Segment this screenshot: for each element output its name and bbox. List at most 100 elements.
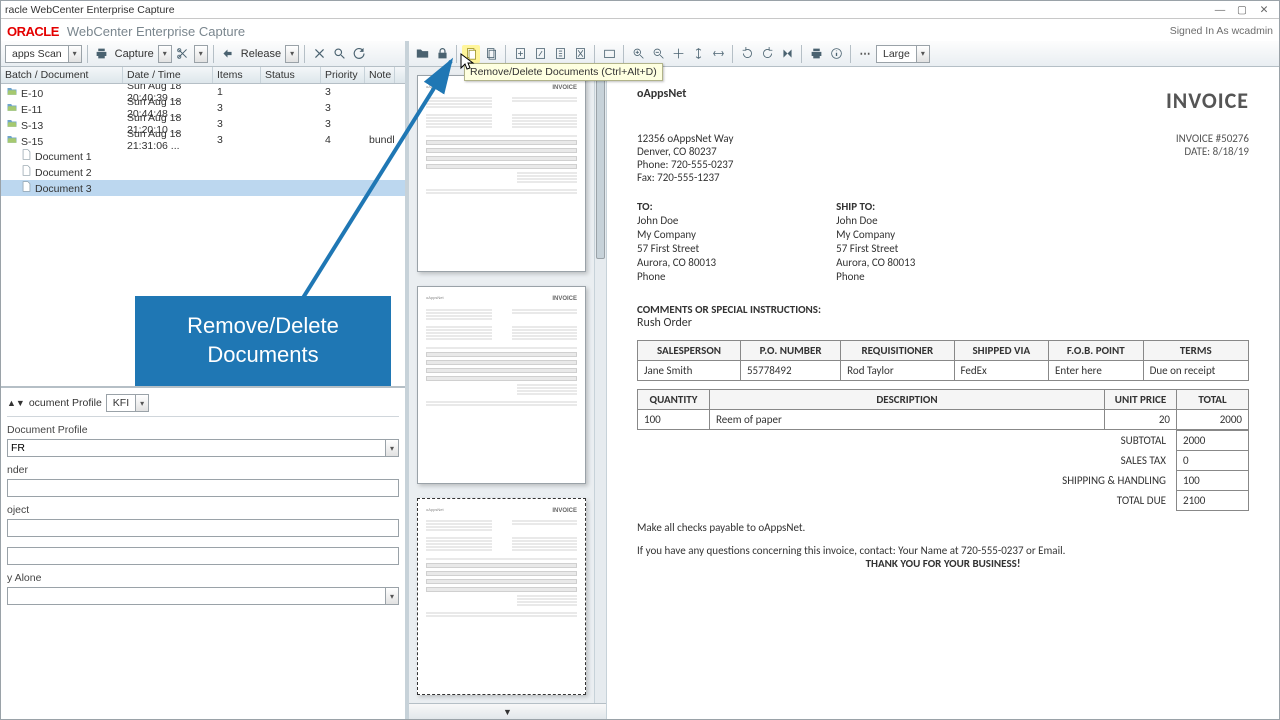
col-date[interactable]: Date / Time xyxy=(123,67,213,83)
meta-field-4-input[interactable] xyxy=(7,587,385,605)
toolbar-separator xyxy=(623,45,624,63)
col-status[interactable]: Status xyxy=(261,67,321,83)
capture-label[interactable]: Capture xyxy=(113,48,156,60)
release-icon[interactable] xyxy=(219,45,237,63)
document-icon xyxy=(19,149,33,160)
oracle-logo: ORACLE xyxy=(7,24,59,39)
folder-icon[interactable] xyxy=(413,45,431,63)
zoom-in-icon[interactable] xyxy=(629,45,647,63)
meta-field-4[interactable]: ▾ xyxy=(7,587,399,605)
contact-note: If you have any questions concerning thi… xyxy=(637,544,1249,557)
dropdown-icon[interactable]: ▾ xyxy=(916,45,930,63)
toolbar-separator xyxy=(87,45,88,63)
order-info-table: SALESPERSONP.O. NUMBERREQUISITIONERSHIPP… xyxy=(637,340,1249,381)
lock-icon[interactable] xyxy=(433,45,451,63)
printer-icon[interactable] xyxy=(93,45,111,63)
dropdown-icon[interactable]: ▾ xyxy=(68,45,82,63)
tree-header: Batch / Document Date / Time Items Statu… xyxy=(1,67,405,84)
comments-value: Rush Order xyxy=(637,316,1249,330)
delete-page-icon[interactable] xyxy=(571,45,589,63)
page-thumbnail-1[interactable]: oAppsNetINVOICE xyxy=(417,75,586,272)
thumbnail-size-value: Large xyxy=(876,45,916,63)
toolbar-separator xyxy=(850,45,851,63)
scissors-icon[interactable] xyxy=(174,45,192,63)
page-thumbnail-3[interactable]: oAppsNetINVOICE xyxy=(417,498,586,695)
release-dropdown-icon[interactable]: ▾ xyxy=(285,45,299,63)
capture-dropdown-icon[interactable]: ▾ xyxy=(158,45,172,63)
document-row[interactable]: Document 3 xyxy=(1,180,405,196)
totals-table: SUBTOTAL2000SALES TAX0SHIPPING & HANDLIN… xyxy=(1056,430,1249,511)
comments-label: COMMENTS OR SPECIAL INSTRUCTIONS: xyxy=(637,303,1249,316)
thumbnail-size-combo[interactable]: Large ▾ xyxy=(876,45,930,63)
close-button[interactable]: ✕ xyxy=(1253,4,1275,16)
fit-width-icon[interactable] xyxy=(709,45,727,63)
collapse-icon[interactable]: ▲▼ xyxy=(7,398,25,408)
signin-label: Signed In As wcadmin xyxy=(1170,25,1273,37)
col-batch[interactable]: Batch / Document xyxy=(1,67,123,83)
scan-profile-combo[interactable]: apps Scan ▾ xyxy=(5,45,82,63)
doc-profile-combo[interactable]: KFI ▾ xyxy=(106,394,149,412)
annotation-callout: Remove/Delete Documents xyxy=(135,296,391,386)
payment-note: Make all checks payable to oAppsNet. xyxy=(637,521,1249,534)
minimize-button[interactable]: — xyxy=(1209,4,1231,16)
insert-page-icon[interactable] xyxy=(511,45,529,63)
refresh-icon[interactable] xyxy=(350,45,368,63)
title-bar: racle WebCenter Enterprise Capture — ▢ ✕ xyxy=(1,1,1279,19)
batch-row[interactable]: S-15Sun Aug 18 21:31:06 ...34bundl xyxy=(1,132,405,148)
thumbnail-scroll[interactable]: oAppsNetINVOICE oAppsNetINVOICE oAppsNet… xyxy=(409,67,594,703)
invoice-number: INVOICE #50276 xyxy=(1176,132,1249,145)
company-address: 12356 oAppsNet WayDenver, CO 80237Phone:… xyxy=(637,132,733,184)
document-profile-input[interactable] xyxy=(7,439,385,457)
meta-field-3[interactable] xyxy=(7,547,399,565)
dropdown-icon[interactable]: ▾ xyxy=(194,45,208,63)
fit-height-icon[interactable] xyxy=(689,45,707,63)
thumb-scrollbar[interactable] xyxy=(594,67,606,703)
page-thumbnail-2[interactable]: oAppsNetINVOICE xyxy=(417,286,586,483)
print-icon[interactable] xyxy=(807,45,825,63)
right-pane: ⋯ Large ▾ oAppsNetINVOICE xyxy=(409,41,1279,719)
document-row[interactable]: Document 2 xyxy=(1,164,405,180)
doc-profile-value: KFI xyxy=(106,394,135,412)
flip-icon[interactable] xyxy=(778,45,796,63)
dropdown-icon[interactable]: ▾ xyxy=(385,587,399,605)
thumb-scroll-down-icon[interactable]: ▼ xyxy=(409,703,606,719)
dropdown-icon[interactable]: ▾ xyxy=(385,439,399,457)
info-icon[interactable] xyxy=(827,45,845,63)
search-icon[interactable] xyxy=(330,45,348,63)
zoom-out-icon[interactable] xyxy=(649,45,667,63)
toolbar-separator xyxy=(732,45,733,63)
zoom-area-icon[interactable] xyxy=(669,45,687,63)
maximize-button[interactable]: ▢ xyxy=(1231,4,1253,16)
document-profile-select[interactable]: ▾ xyxy=(7,439,399,457)
col-note[interactable]: Note xyxy=(365,67,395,83)
batch-toolbar: apps Scan ▾ Capture ▾ ▾ Release ▾ xyxy=(1,41,405,67)
delete-batch-icon[interactable] xyxy=(310,45,328,63)
duplicate-doc-icon[interactable] xyxy=(482,45,500,63)
thanks-note: THANK YOU FOR YOUR BUSINESS! xyxy=(637,557,1249,570)
meta-field-1[interactable] xyxy=(7,479,399,497)
rotate-left-icon[interactable] xyxy=(738,45,756,63)
window-title: racle WebCenter Enterprise Capture xyxy=(5,4,1209,16)
document-viewer[interactable]: oAppsNet INVOICE 12356 oAppsNet WayDenve… xyxy=(607,67,1279,719)
app-window: racle WebCenter Enterprise Capture — ▢ ✕… xyxy=(0,0,1280,720)
toolbar-separator xyxy=(304,45,305,63)
doc-profile-label: ocument Profile xyxy=(29,397,102,409)
release-label[interactable]: Release xyxy=(239,48,283,60)
replace-page-icon[interactable] xyxy=(551,45,569,63)
document-icon xyxy=(19,181,33,192)
append-page-icon[interactable] xyxy=(531,45,549,63)
col-items[interactable]: Items xyxy=(213,67,261,83)
attachment-icon[interactable] xyxy=(600,45,618,63)
field-label: nder xyxy=(7,464,399,476)
meta-field-2[interactable] xyxy=(7,519,399,537)
dropdown-icon[interactable]: ▾ xyxy=(135,394,149,412)
rotate-right-icon[interactable] xyxy=(758,45,776,63)
batch-icon xyxy=(5,85,19,97)
field-label: oject xyxy=(7,504,399,516)
col-priority[interactable]: Priority xyxy=(321,67,365,83)
toolbar-separator xyxy=(505,45,506,63)
app-name: WebCenter Enterprise Capture xyxy=(67,24,245,39)
more-icon[interactable]: ⋯ xyxy=(856,45,874,63)
remove-delete-documents-button[interactable] xyxy=(462,45,480,63)
company-name: oAppsNet xyxy=(637,87,686,101)
